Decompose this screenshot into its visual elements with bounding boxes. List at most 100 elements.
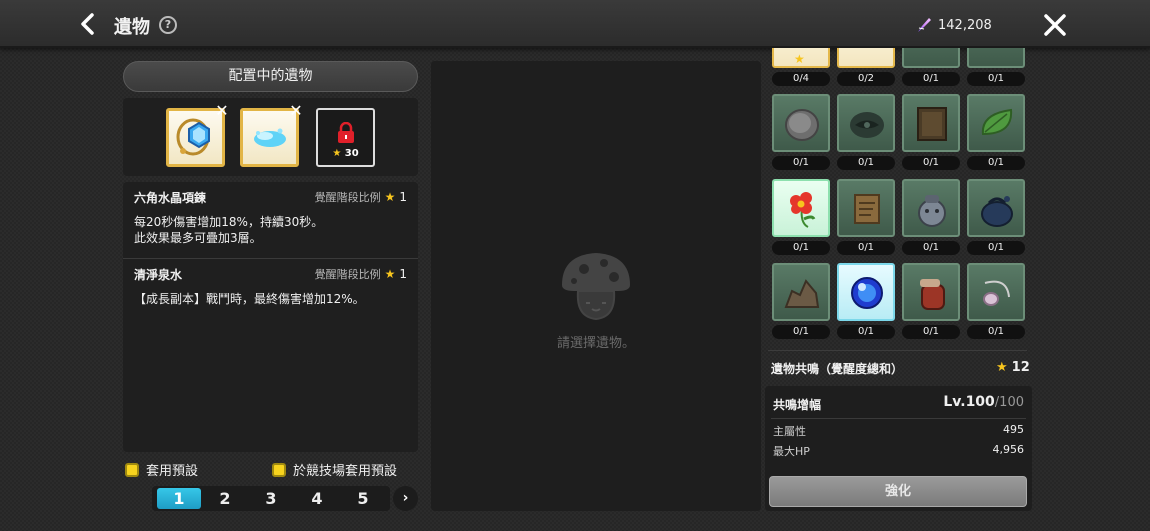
lock-requirement-value: 30 xyxy=(344,148,359,159)
divider xyxy=(768,350,1027,351)
relic-description-entry: 清淨泉水 覺醒階段比例 ★ 1 【成長副本】戰鬥時，最終傷害增加12%。 xyxy=(123,258,418,315)
relic-thumb xyxy=(902,48,960,68)
relic-count: 0/1 xyxy=(967,325,1025,339)
relic-count: 0/1 xyxy=(967,156,1025,170)
resonance-label: 遺物共鳴（覺醒度總和） xyxy=(771,362,904,376)
relic-cell[interactable]: 0/1 xyxy=(772,179,830,255)
relic-thumb xyxy=(837,263,895,321)
close-icon xyxy=(1044,14,1066,36)
old-book-icon xyxy=(917,107,947,141)
page-button-4[interactable]: 4 xyxy=(295,488,339,509)
relic-cell[interactable]: 0/1 xyxy=(902,94,960,170)
relic-effect-text: 每20秒傷害增加18%，持續30秒。 此效果最多可疊加3層。 xyxy=(134,214,407,246)
page-button-2[interactable]: 2 xyxy=(203,488,247,509)
relic-thumb xyxy=(837,48,895,68)
page-button-3[interactable]: 3 xyxy=(249,488,293,509)
relic-cell[interactable]: 0/1 xyxy=(902,48,960,86)
relic-name: 清淨泉水 xyxy=(134,267,183,282)
relic-count: 0/1 xyxy=(837,241,895,255)
pouch-icon xyxy=(981,196,1013,227)
rock-pile-icon xyxy=(784,279,820,308)
relic-cell[interactable]: 0/1 xyxy=(967,94,1025,170)
clear-spring-water-icon xyxy=(254,128,286,147)
relic-count: 0/1 xyxy=(967,72,1025,86)
relic-cell[interactable]: ★ 0/4 xyxy=(772,48,830,86)
stat-row: 主屬性 495 xyxy=(773,423,1024,439)
preset-pager: 1 2 3 4 5 xyxy=(152,486,390,511)
relic-cell[interactable]: 0/1 xyxy=(772,94,830,170)
apply-arena-preset-checkbox[interactable] xyxy=(272,462,286,477)
relic-thumb xyxy=(837,94,895,152)
page-title: 遺物 xyxy=(114,17,150,38)
apply-preset-label: 套用預設 xyxy=(146,464,199,479)
star-icon: ★ xyxy=(384,267,396,281)
equipped-slot-2[interactable]: ✕ xyxy=(240,103,303,167)
relic-thumb xyxy=(902,179,960,237)
equipped-slot-3-locked[interactable]: ★ 30 xyxy=(316,108,375,167)
stat-label: 主屬性 xyxy=(773,425,806,438)
relic-thumb: ★ xyxy=(772,48,830,68)
blue-orb-icon xyxy=(851,277,883,309)
chevron-left-icon xyxy=(81,13,94,35)
relic-cell[interactable]: 0/1 xyxy=(967,263,1025,339)
top-bar: 遺物 ? 142,208 xyxy=(0,0,1150,48)
relic-cell[interactable]: 0/1 xyxy=(837,94,895,170)
relic-description-entry: 六角水晶項鍊 覺醒階段比例 ★ 1 每20秒傷害增加18%，持續30秒。 此效果… xyxy=(123,182,418,258)
boost-level: Lv.100/100 xyxy=(943,394,1024,410)
effect-line: 每20秒傷害增加18%，持續30秒。 xyxy=(134,215,324,229)
hexagon-necklace-icon xyxy=(176,118,210,156)
awakening-ratio-label: 覺醒階段比例 xyxy=(314,268,381,281)
potion-jar-icon xyxy=(920,279,945,310)
relic-count: 0/1 xyxy=(902,241,960,255)
relic-cell[interactable]: 0/2 xyxy=(837,48,895,86)
stat-value: 4,956 xyxy=(992,443,1025,456)
lock-icon xyxy=(338,122,354,143)
awakening-stars: 1 xyxy=(399,267,407,281)
pager-next-button[interactable]: › xyxy=(393,486,418,511)
page-button-1[interactable]: 1 xyxy=(157,488,201,509)
star-icon: ★ xyxy=(332,148,342,159)
relic-thumb xyxy=(772,179,830,237)
page-button-5[interactable]: 5 xyxy=(341,488,385,509)
effect-line: 此效果最多可疊加3層。 xyxy=(134,231,262,245)
relic-name: 六角水晶項鍊 xyxy=(134,190,207,205)
relic-cell[interactable]: 0/1 xyxy=(902,263,960,339)
back-button[interactable] xyxy=(74,10,102,38)
relic-count: 0/1 xyxy=(837,325,895,339)
relic-cell[interactable]: 0/1 xyxy=(837,263,895,339)
relic-thumb xyxy=(902,263,960,321)
relic-effect-text: 【成長副本】戰鬥時，最終傷害增加12%。 xyxy=(134,291,407,307)
relic-cell[interactable]: 0/1 xyxy=(967,48,1025,86)
relic-thumb xyxy=(967,48,1025,68)
relic-count: 0/1 xyxy=(967,241,1025,255)
apply-arena-preset-option[interactable]: 於競技場套用預設 xyxy=(272,460,397,479)
enhance-button[interactable]: 強化 xyxy=(769,476,1027,507)
resonance-boost-panel: 共鳴增幅 Lv.100/100 主屬性 495 最大HP 4,956 強化 xyxy=(765,386,1032,511)
stat-label: 最大HP xyxy=(773,445,810,458)
boost-level-max: /100 xyxy=(994,395,1024,410)
leaf-icon xyxy=(981,108,1013,136)
red-flower-icon xyxy=(790,192,816,228)
equipped-slot-1[interactable]: ✕ xyxy=(166,103,229,167)
remove-slot-2-button[interactable]: ✕ xyxy=(289,103,303,119)
relic-cell[interactable]: 0/1 xyxy=(902,179,960,255)
remove-slot-1-button[interactable]: ✕ xyxy=(215,103,229,119)
relic-count: 0/4 xyxy=(772,72,830,86)
relic-count: 0/2 xyxy=(837,72,895,86)
relic-detail-panel: 請選擇遺物。 xyxy=(431,61,761,511)
apply-preset-option[interactable]: 套用預設 xyxy=(125,460,198,479)
divider xyxy=(771,418,1026,419)
close-button[interactable] xyxy=(1042,12,1068,38)
relic-count: 0/1 xyxy=(772,325,830,339)
relic-cell[interactable]: 0/1 xyxy=(837,179,895,255)
relic-thumb xyxy=(772,94,830,152)
relic-cell[interactable]: 0/1 xyxy=(967,179,1025,255)
relic-count: 0/1 xyxy=(837,156,895,170)
awakening-ratio-label: 覺醒階段比例 xyxy=(314,191,381,204)
scroll-icon xyxy=(854,194,880,224)
crystal-feather-icon xyxy=(918,18,931,32)
relic-cell[interactable]: 0/1 xyxy=(772,263,830,339)
detail-placeholder-text: 請選擇遺物。 xyxy=(556,336,635,351)
help-icon[interactable]: ? xyxy=(159,16,177,34)
apply-preset-checkbox[interactable] xyxy=(125,462,139,477)
